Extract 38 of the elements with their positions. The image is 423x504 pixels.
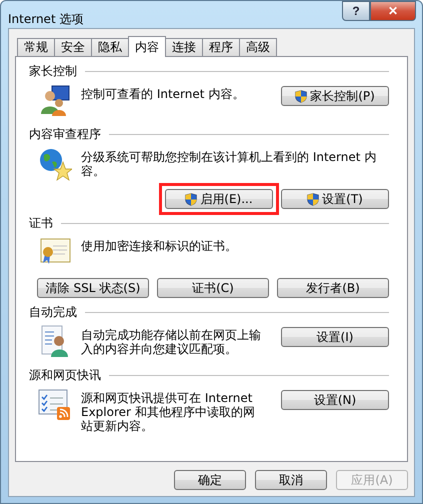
- section-title: 家长控制: [29, 63, 77, 80]
- tab[interactable]: 程序: [202, 38, 240, 56]
- tab[interactable]: 高级: [239, 38, 277, 56]
- section-title: 自动完成: [29, 304, 77, 321]
- button[interactable]: 清除 SSL 状态(S): [37, 278, 149, 298]
- feed-checklist-icon: [38, 388, 72, 420]
- button[interactable]: 取消: [255, 470, 327, 490]
- shield-icon: [295, 90, 308, 102]
- section-title: 证书: [29, 215, 53, 232]
- tab[interactable]: 安全: [54, 38, 92, 56]
- shield-icon: [307, 192, 320, 206]
- close-button[interactable]: ✕: [370, 1, 416, 21]
- description: 控制可查看的 Internet 内容。: [81, 86, 246, 101]
- description: 使用加密连接和标识的证书。: [81, 238, 238, 253]
- globe-star-icon: [38, 147, 72, 181]
- tab[interactable]: 隐私: [91, 38, 129, 56]
- button[interactable]: 启用(E)...: [165, 189, 273, 209]
- button[interactable]: 设置(N): [281, 390, 389, 410]
- form-user-icon: [40, 325, 70, 357]
- window-title: Internet 选项: [8, 11, 84, 28]
- section-title: 源和网页快讯: [29, 367, 101, 384]
- section-title: 内容审查程序: [29, 126, 101, 143]
- description: 自动完成功能存储以前在网页上输入的内容并向您建议匹配项。: [81, 327, 262, 356]
- description: 分级系统可帮助您控制在该计算机上看到的 Internet 内容。: [81, 149, 378, 178]
- tab[interactable]: 常规: [17, 38, 55, 56]
- description: 源和网页快讯提供可在 Internet Explorer 和其他程序中读取的网站更新内容。: [81, 390, 256, 433]
- button[interactable]: 设置(I): [281, 327, 389, 347]
- button[interactable]: 确定: [174, 470, 246, 490]
- shield-icon: [185, 192, 198, 206]
- users-icon: [39, 84, 71, 116]
- tab[interactable]: 连接: [165, 38, 203, 56]
- tab[interactable]: 内容: [128, 36, 166, 57]
- button[interactable]: 证书(C): [157, 278, 269, 298]
- help-button[interactable]: ?: [342, 1, 370, 21]
- certificate-icon: [39, 236, 71, 266]
- button[interactable]: 设置(T): [281, 189, 389, 209]
- button[interactable]: 发行者(B): [277, 278, 389, 298]
- button[interactable]: 家长控制(P): [281, 86, 389, 106]
